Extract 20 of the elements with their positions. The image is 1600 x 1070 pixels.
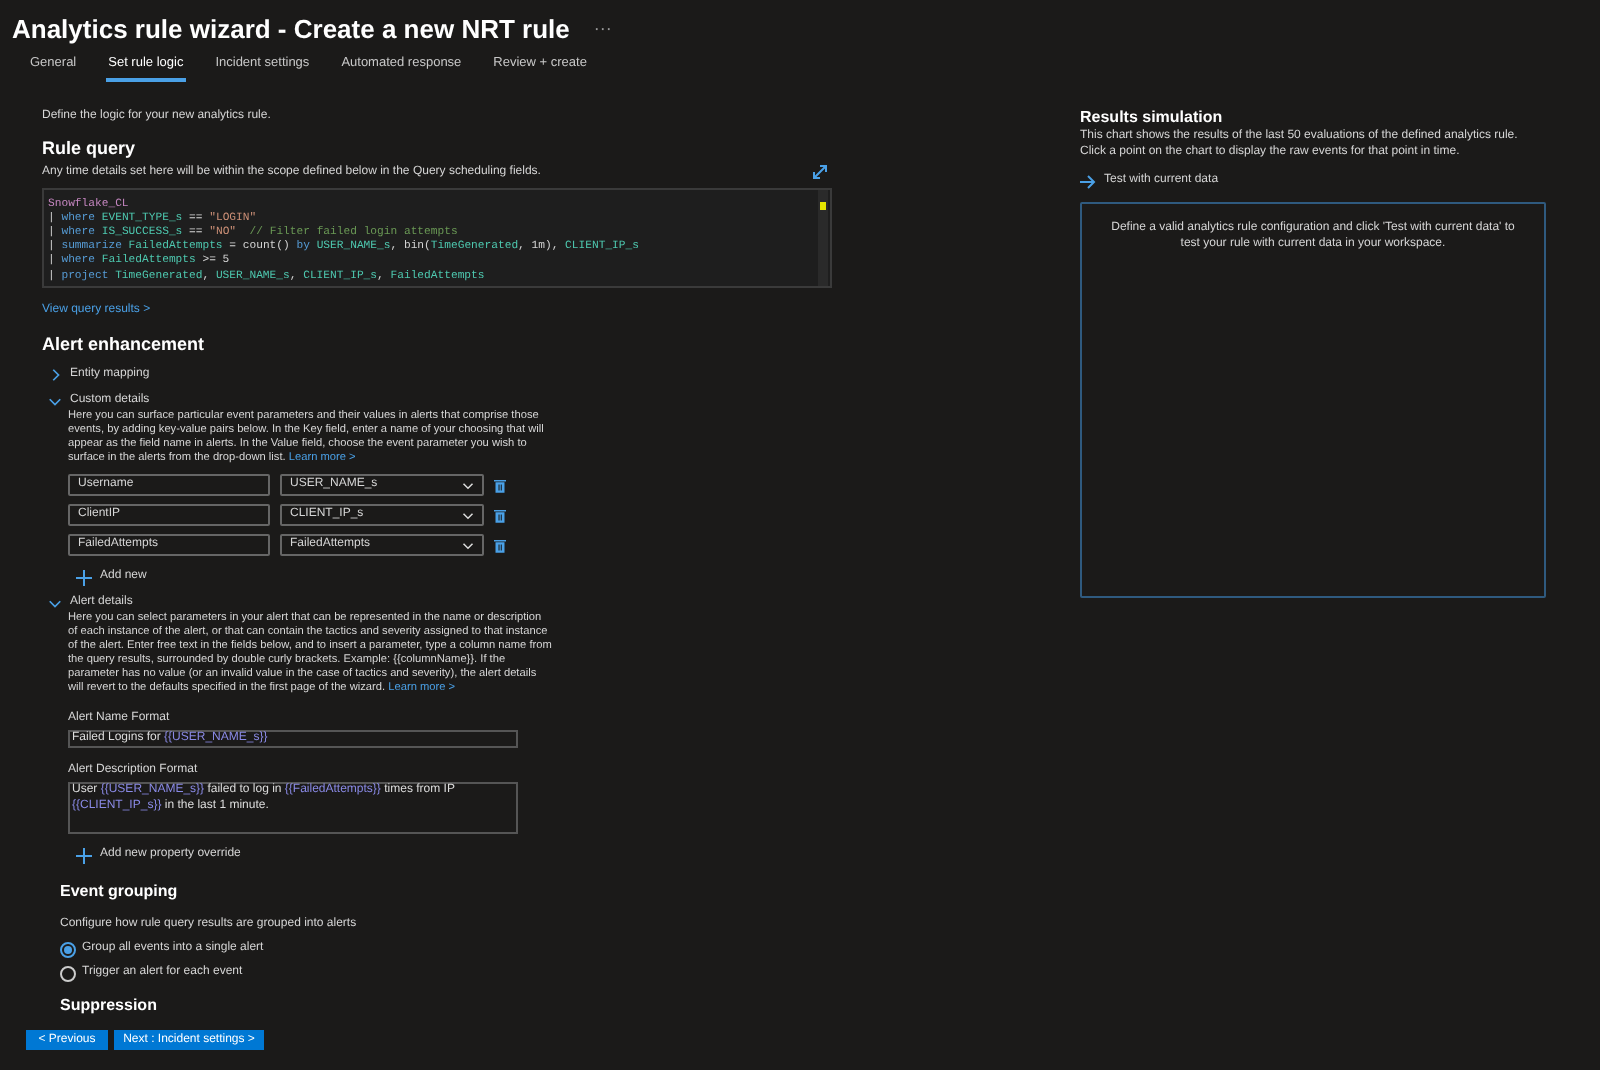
expand-icon: [812, 163, 828, 179]
section-heading: Alert enhancement: [42, 331, 207, 357]
plus-icon: [76, 847, 92, 863]
section-heading: Suppression: [58, 994, 159, 1018]
trash-icon[interactable]: [494, 477, 506, 493]
section-heading: Event grouping: [58, 880, 180, 904]
arrow-right-icon: [1080, 173, 1096, 190]
section-heading: Results simulation: [1080, 106, 1225, 129]
window-title: Analytics rule wizard - Create a new NRT rule: [12, 11, 570, 48]
plus-icon: [76, 569, 92, 585]
section-heading: Rule query: [42, 136, 138, 162]
trash-icon[interactable]: [494, 537, 506, 553]
chevron-down-icon: [462, 539, 474, 551]
more-button[interactable]: ···: [593, 15, 612, 43]
chevron-down-icon: [462, 479, 474, 491]
trash-icon[interactable]: [494, 507, 506, 523]
radio-button[interactable]: [60, 965, 76, 981]
scroll-marker: [820, 201, 826, 209]
radio-button[interactable]: [60, 941, 76, 957]
chevron-down-icon: [462, 509, 474, 521]
